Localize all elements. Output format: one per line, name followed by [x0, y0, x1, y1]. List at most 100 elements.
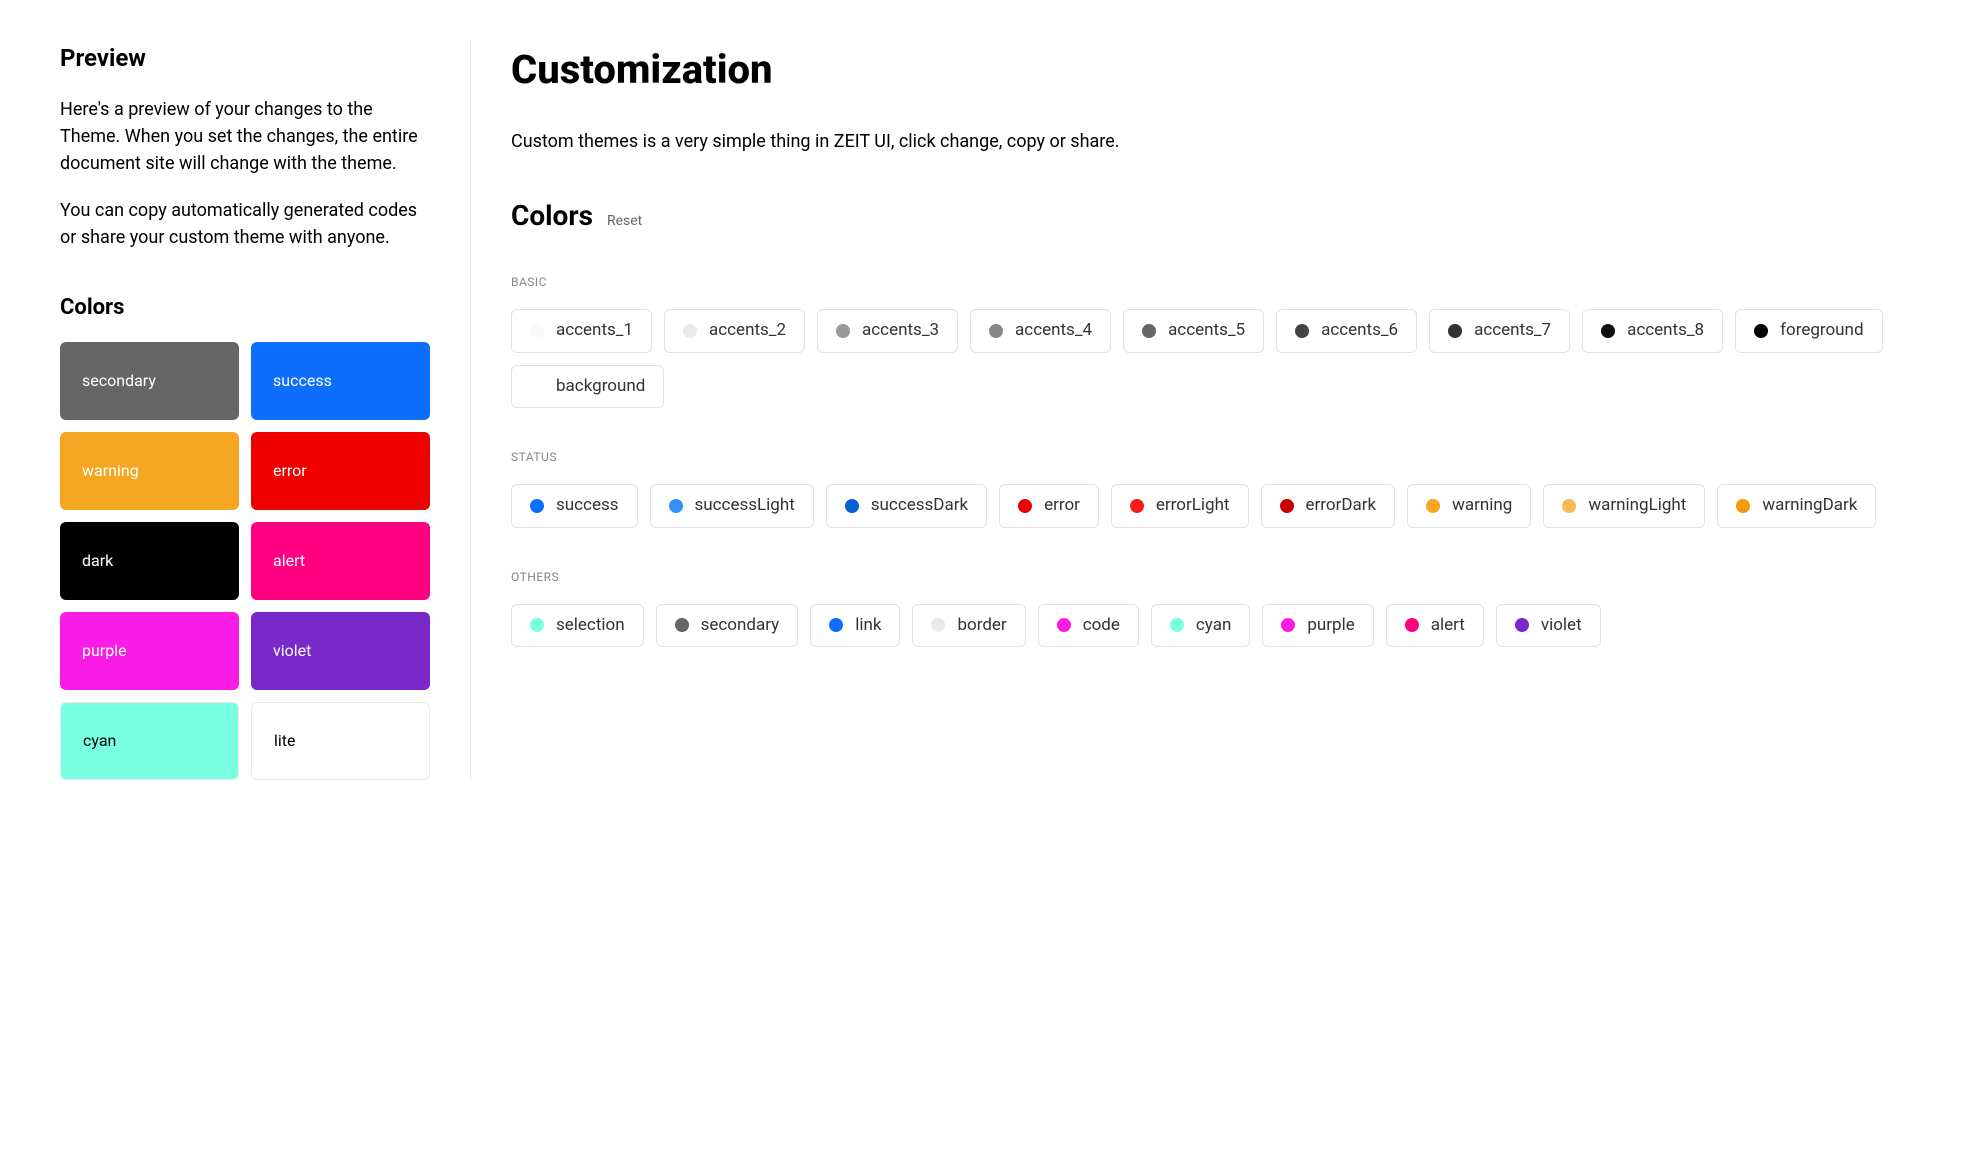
color-dot-icon: [1295, 324, 1309, 338]
color-chip[interactable]: errorDark: [1261, 484, 1396, 528]
preview-swatch: secondary: [60, 342, 239, 420]
color-chip[interactable]: successDark: [826, 484, 987, 528]
chip-label: secondary: [701, 613, 780, 639]
color-chip[interactable]: accents_2: [664, 309, 805, 353]
color-chip[interactable]: purple: [1262, 604, 1373, 648]
colors-section-header: Colors Reset: [511, 195, 1912, 237]
chip-row: selection secondary link border code cyan purp…: [511, 604, 1912, 648]
color-chip[interactable]: accents_4: [970, 309, 1111, 353]
preview-swatch: success: [251, 342, 430, 420]
color-chip[interactable]: background: [511, 365, 664, 409]
chip-label: violet: [1541, 613, 1582, 639]
reset-button[interactable]: Reset: [607, 211, 642, 232]
color-dot-icon: [675, 618, 689, 632]
swatch-label: cyan: [83, 729, 116, 753]
chip-label: warningLight: [1588, 493, 1686, 519]
preview-swatch-grid: secondarysuccesswarningerrordarkalertpur…: [60, 342, 430, 780]
color-dot-icon: [1601, 324, 1615, 338]
color-dot-icon: [1142, 324, 1156, 338]
colors-section-title: Colors: [511, 195, 593, 237]
chip-label: foreground: [1780, 318, 1863, 344]
preview-pane: Preview Here's a preview of your changes…: [60, 40, 470, 780]
page-title: Customization: [511, 40, 1912, 100]
color-dot-icon: [669, 499, 683, 513]
color-chip[interactable]: success: [511, 484, 638, 528]
preview-swatch: warning: [60, 432, 239, 510]
swatch-label: dark: [82, 549, 113, 573]
color-chip[interactable]: warningLight: [1543, 484, 1705, 528]
color-chip[interactable]: accents_6: [1276, 309, 1417, 353]
color-dot-icon: [1562, 499, 1576, 513]
chip-label: purple: [1307, 613, 1354, 639]
chip-label: cyan: [1196, 613, 1231, 639]
swatch-label: success: [273, 369, 332, 393]
color-dot-icon: [530, 379, 544, 393]
color-dot-icon: [829, 618, 843, 632]
color-chip[interactable]: alert: [1386, 604, 1484, 648]
color-dot-icon: [1754, 324, 1768, 338]
swatch-label: lite: [274, 729, 296, 753]
group-label: STATUS: [511, 448, 1912, 466]
color-dot-icon: [1170, 618, 1184, 632]
preview-description-2: You can copy automatically generated cod…: [60, 197, 430, 251]
color-dot-icon: [1018, 499, 1032, 513]
chip-label: code: [1083, 613, 1120, 639]
color-chip[interactable]: successLight: [650, 484, 814, 528]
color-chip[interactable]: link: [810, 604, 900, 648]
chip-label: accents_7: [1474, 318, 1551, 344]
color-chip[interactable]: violet: [1496, 604, 1601, 648]
chip-label: warning: [1452, 493, 1512, 519]
swatch-label: violet: [273, 639, 311, 663]
swatch-label: secondary: [82, 369, 156, 393]
color-chip[interactable]: accents_5: [1123, 309, 1264, 353]
preview-swatch: cyan: [60, 702, 239, 780]
color-chip[interactable]: selection: [511, 604, 644, 648]
chip-label: link: [855, 613, 881, 639]
chip-label: accents_2: [709, 318, 786, 344]
color-dot-icon: [530, 324, 544, 338]
chip-label: accents_3: [862, 318, 939, 344]
color-chip[interactable]: warning: [1407, 484, 1531, 528]
group-label: BASIC: [511, 273, 1912, 291]
preview-swatch: purple: [60, 612, 239, 690]
page-description: Custom themes is a very simple thing in …: [511, 128, 1912, 155]
chip-label: accents_1: [556, 318, 633, 344]
color-dot-icon: [845, 499, 859, 513]
color-chip[interactable]: foreground: [1735, 309, 1882, 353]
color-dot-icon: [683, 324, 697, 338]
color-dot-icon: [931, 618, 945, 632]
preview-title: Preview: [60, 40, 430, 76]
color-chip[interactable]: accents_3: [817, 309, 958, 353]
chip-label: alert: [1431, 613, 1465, 639]
color-chip[interactable]: accents_8: [1582, 309, 1723, 353]
color-chip[interactable]: cyan: [1151, 604, 1250, 648]
color-chip[interactable]: code: [1038, 604, 1139, 648]
preview-description-1: Here's a preview of your changes to the …: [60, 96, 430, 177]
chip-label: errorDark: [1306, 493, 1377, 519]
color-dot-icon: [1280, 499, 1294, 513]
color-chip[interactable]: errorLight: [1111, 484, 1249, 528]
chip-label: accents_8: [1627, 318, 1704, 344]
chip-row: accents_1 accents_2 accents_3 accents_4 acce…: [511, 309, 1912, 408]
color-chip[interactable]: accents_7: [1429, 309, 1570, 353]
color-dot-icon: [1057, 618, 1071, 632]
color-dot-icon: [1130, 499, 1144, 513]
chip-label: errorLight: [1156, 493, 1230, 519]
color-chip[interactable]: secondary: [656, 604, 799, 648]
chip-label: success: [556, 493, 619, 519]
color-dot-icon: [1736, 499, 1750, 513]
color-dot-icon: [1281, 618, 1295, 632]
color-chip[interactable]: warningDark: [1717, 484, 1876, 528]
chip-row: success successLight successDark error error…: [511, 484, 1912, 528]
chip-label: successLight: [695, 493, 795, 519]
swatch-label: error: [273, 459, 307, 483]
customization-pane: Customization Custom themes is a very si…: [471, 40, 1912, 780]
swatch-label: purple: [82, 639, 127, 663]
color-chip[interactable]: error: [999, 484, 1099, 528]
preview-swatch: dark: [60, 522, 239, 600]
color-groups: BASICaccents_1accents_2accents_3accents_…: [511, 273, 1912, 647]
color-dot-icon: [1448, 324, 1462, 338]
color-chip[interactable]: border: [912, 604, 1025, 648]
color-chip[interactable]: accents_1: [511, 309, 652, 353]
chip-label: error: [1044, 493, 1080, 519]
